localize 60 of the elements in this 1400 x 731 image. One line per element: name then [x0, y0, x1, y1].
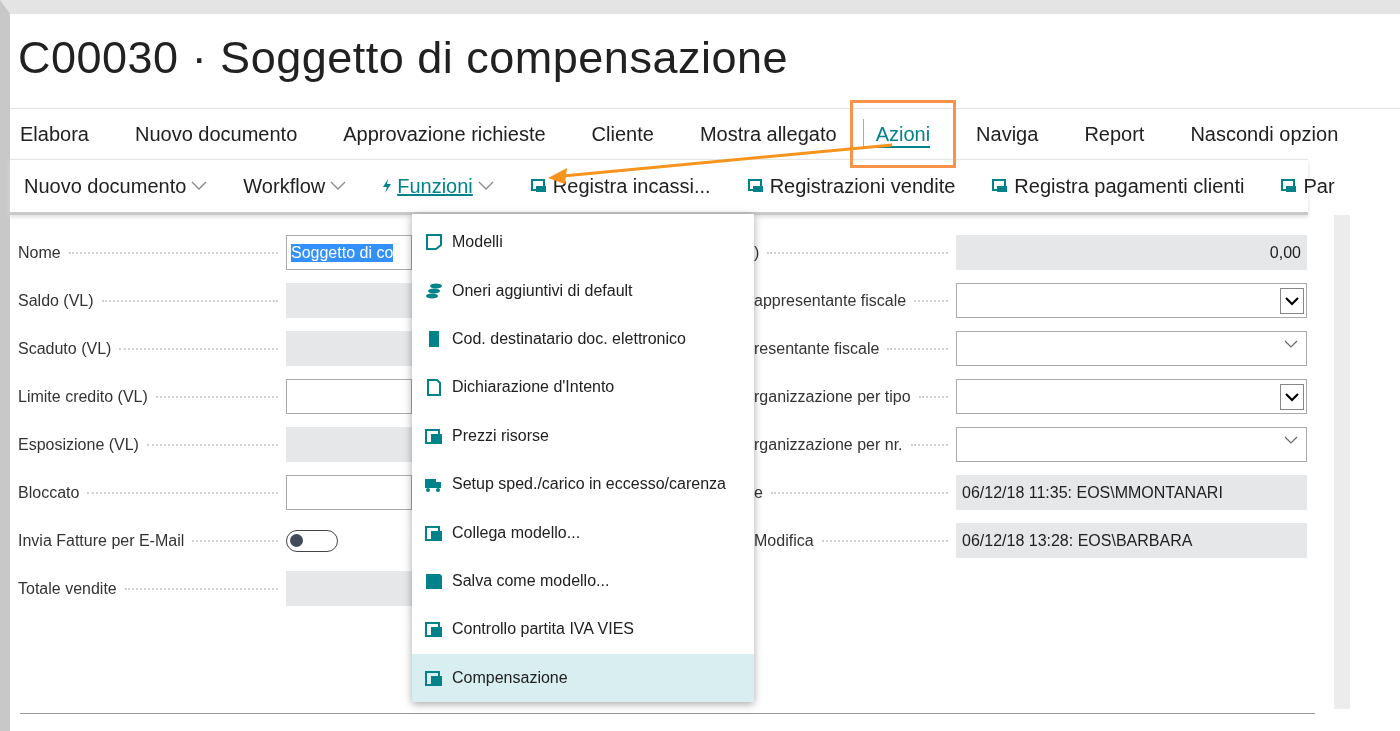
action-tab[interactable]: Mostra allegato — [689, 114, 847, 154]
field-label: Scaduto (VL) — [17, 339, 112, 358]
lightning-icon — [382, 179, 393, 193]
action-tab[interactable]: Nascondi opzion — [1180, 114, 1349, 154]
action-tab[interactable]: Azioni — [865, 114, 941, 154]
action-tab[interactable]: Report — [1074, 114, 1155, 154]
action-tab[interactable]: Naviga — [966, 114, 1049, 154]
field-label: rganizzazione per nr. — [753, 435, 903, 454]
save-icon — [424, 571, 444, 590]
field-label: resentante fiscale — [753, 339, 880, 358]
toggle-switch[interactable] — [286, 529, 338, 552]
menu-item[interactable]: Prezzi risorse — [412, 411, 754, 460]
toolbar-button[interactable]: Par — [1272, 174, 1343, 198]
field-label: rganizzazione per tipo — [753, 387, 911, 406]
field-label: e — [753, 483, 763, 502]
field-label: Bloccato — [17, 483, 80, 502]
chevron-down-icon — [330, 181, 347, 191]
action-tab[interactable]: Approvazione richieste — [333, 114, 556, 154]
action-tab[interactable]: Cliente — [581, 114, 664, 154]
action-tab[interactable]: Nuovo documento — [124, 114, 308, 154]
field-label: Esposizione (VL) — [17, 435, 139, 454]
coins-icon — [424, 281, 444, 300]
template-icon — [424, 233, 444, 252]
readonly-field: 0,00 — [956, 235, 1307, 270]
field-label: Invia Fatture per E-Mail — [17, 531, 185, 550]
dropdown-field[interactable] — [956, 331, 1307, 366]
page-title: C00030 · Soggetto di compensazione — [17, 31, 789, 85]
toolbar-button[interactable]: Registra incassi... — [521, 174, 719, 198]
toolbar-button[interactable]: Nuovo documento — [16, 174, 216, 198]
field-label: Totale vendite — [17, 579, 117, 598]
input-field[interactable] — [286, 379, 412, 414]
field-label: ) — [753, 243, 760, 262]
menu-item[interactable]: Dichiarazione d'Intento — [412, 363, 754, 412]
menu-item[interactable]: Controllo partita IVA VIES — [412, 605, 754, 654]
action-tab[interactable]: Elabora — [10, 114, 99, 154]
dropdown-field[interactable] — [956, 427, 1307, 462]
document-icon — [424, 378, 444, 397]
field-label: Limite credito (VL) — [17, 387, 148, 406]
menu-item[interactable]: Cod. destinatario doc. elettronico — [412, 314, 754, 364]
menu-item[interactable]: Modelli — [412, 218, 754, 267]
dropdown-field[interactable] — [956, 283, 1307, 318]
toolbar-button[interactable]: Registrazioni vendite — [738, 174, 964, 198]
menu-item[interactable]: Setup sped./carico in eccesso/carenza — [412, 459, 754, 509]
field-label: appresentante fiscale — [753, 291, 907, 310]
field-label: Saldo (VL) — [17, 291, 94, 310]
menu-item[interactable]: Salva come modello... — [412, 556, 754, 606]
readonly-field: 06/12/18 13:28: EOS\BARBARA — [956, 523, 1307, 558]
menu-item[interactable]: Oneri aggiuntivi di default — [412, 266, 754, 315]
field-label: Nome — [17, 243, 61, 262]
field-label: Modifica — [753, 531, 814, 550]
menu-item[interactable]: Collega modello... — [412, 508, 754, 557]
toolbar-button[interactable]: Funzioni — [374, 174, 502, 198]
input-field[interactable] — [286, 475, 412, 510]
dropdown-field[interactable] — [956, 379, 1307, 414]
menu-item[interactable]: Compensazione — [412, 653, 754, 702]
chevron-down-icon — [191, 181, 208, 191]
toolbar-button[interactable]: Workflow — [235, 174, 355, 198]
toolbar-button[interactable]: Registra pagamenti clienti — [983, 174, 1253, 198]
readonly-field: 06/12/18 11:35: EOS\MMONTANARI — [956, 475, 1307, 510]
chevron-down-icon — [477, 181, 494, 191]
